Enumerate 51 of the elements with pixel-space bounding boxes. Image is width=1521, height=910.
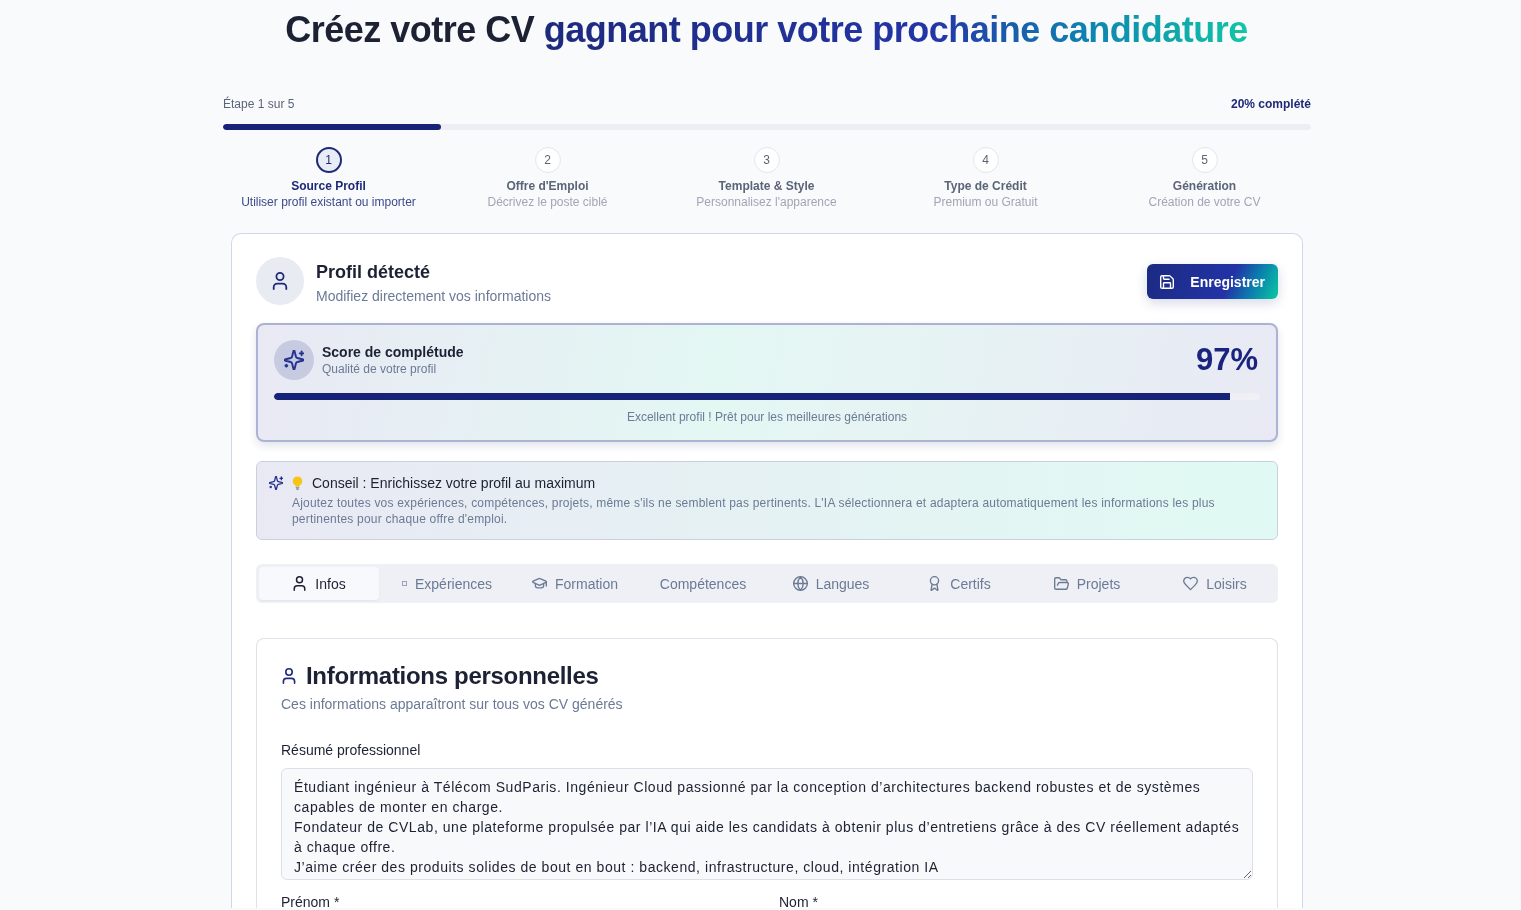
- field-label: Prénom *: [281, 895, 341, 908]
- step-subtitle: Personnalisez l'apparence: [696, 194, 837, 210]
- tip-title: Conseil : Enrichissez votre profil au maximum: [312, 474, 596, 493]
- save-icon: [1160, 274, 1175, 289]
- profile-title: Profil détecté: [316, 261, 432, 284]
- step-number: 4: [972, 147, 999, 173]
- step-number: 2: [534, 147, 561, 173]
- field-label: Nom *: [779, 895, 819, 908]
- progress-percent: 20% complété: [1230, 97, 1311, 111]
- summary-field[interactable]: Étudiant ingénieur à Télécom SudParis. Ingénieur Cloud passionné par la conception d’architectures backend robustes et de systèmes capables de monter en charge. Fondateur de CVLab, une plateforme propulsée par l’IA qui aide les candidats à obtenir plus d’entretiens grâce à des CV réellement adaptés à chaque offre. J’aime créer des produits solides de bout en bout : backend, infrastructure, cloud, intégration IA: [281, 768, 1253, 880]
- step-title: Offre d'Emploi: [506, 178, 589, 194]
- tab[interactable]: Infos: [259, 567, 379, 600]
- step-subtitle: Utiliser profil existant ou importer: [241, 194, 416, 210]
- score-title: Score de complétude: [322, 343, 464, 361]
- lightbulb-icon: [292, 476, 303, 490]
- tip-text: Ajoutez toutes vos expériences, compétences, projets, même s'ils ne semblent pas pertinents. L'IA sélectionnera et adaptera automatiquement les informations les plus pertinentes pour chaque offre d'emploi.: [292, 495, 1216, 527]
- person-icon: [292, 576, 308, 591]
- step-title: Type de Crédit: [944, 178, 1027, 194]
- score-caption: Excellent profil ! Prêt pour les meilleures générations: [625, 409, 909, 425]
- folder-icon: [1053, 576, 1069, 591]
- tab[interactable]: Formation: [515, 567, 635, 600]
- tab[interactable]: Langues: [771, 567, 891, 600]
- score-value: 97%: [1195, 342, 1258, 378]
- person-icon: [281, 668, 297, 684]
- step-subtitle: Création de votre CV: [1148, 194, 1261, 210]
- step-title: Source Profil: [291, 178, 366, 194]
- step-subtitle: Premium ou Gratuit: [933, 194, 1038, 210]
- field-label: Résumé professionnel: [281, 741, 422, 759]
- sparkle-icon: [284, 350, 304, 370]
- person-icon: [271, 272, 289, 290]
- sparkle-icon: [269, 476, 283, 490]
- section-subtitle: Ces informations apparaîtront sur tous vos CV générés: [281, 695, 624, 713]
- step-number: 5: [1191, 147, 1218, 173]
- step-counter: Étape 1 sur 5: [223, 97, 295, 111]
- profile-subtitle: Modifiez directement vos informations: [316, 287, 551, 305]
- tab[interactable]: Loisirs: [1155, 567, 1275, 600]
- graduation-cap-icon: [532, 576, 547, 591]
- tab[interactable]: Expériences: [387, 567, 507, 600]
- heart-icon: [1183, 576, 1199, 591]
- tab[interactable]: Certifs: [899, 567, 1019, 600]
- step-number: 3: [753, 147, 780, 173]
- score-subtitle: Qualité de votre profil: [322, 361, 438, 377]
- step-title: Génération: [1172, 178, 1237, 194]
- tab[interactable]: Compétences: [643, 567, 763, 600]
- save-button[interactable]: Enregistrer: [1147, 264, 1278, 299]
- step-subtitle: Décrivez le poste ciblé: [487, 194, 608, 210]
- step-number: 1: [315, 147, 342, 173]
- step-title: Template & Style: [718, 178, 815, 194]
- section-title: Informations personnelles: [306, 662, 599, 690]
- tab[interactable]: Projets: [1027, 567, 1147, 600]
- globe-icon: [792, 576, 808, 591]
